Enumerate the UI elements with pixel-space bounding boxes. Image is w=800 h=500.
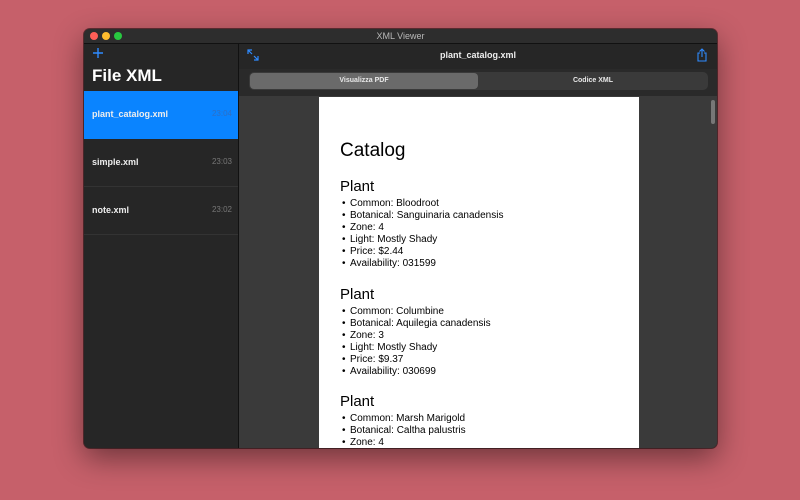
file-time: 23:04 [211,109,232,118]
xml-viewer-window: XML Viewer File XML plant_catalog.xml 23… [84,29,717,448]
plant-fields: Common: Bloodroot Botanical: Sanguinaria… [340,198,503,270]
sidebar: File XML plant_catalog.xml 23:04 simple.… [84,44,239,448]
plant-field: Availability: 031599 [340,258,503,270]
vertical-scrollbar[interactable] [711,100,715,124]
plant-fields: Common: Columbine Botanical: Aquilegia c… [340,306,491,378]
file-item-plant-catalog[interactable]: plant_catalog.xml 23:04 [84,91,238,139]
plant-field: Botanical: Caltha palustris [340,425,466,437]
file-name: plant_catalog.xml [92,109,169,119]
main-panel: plant_catalog.xml Visualizza PDF Codice … [239,44,717,448]
plant-entry: Plant Common: Marsh Marigold Botanical: … [340,393,466,449]
toolbar: plant_catalog.xml [239,44,717,69]
tab-xml-code[interactable]: Codice XML [479,73,707,89]
sidebar-title: File XML [92,66,162,85]
file-list: plant_catalog.xml 23:04 simple.xml 23:03… [84,91,238,235]
plant-heading: Plant [340,178,375,195]
plant-field: Availability: 030699 [340,366,491,378]
pdf-preview-area[interactable]: Catalog Plant Common: Bloodroot Botanica… [239,96,717,448]
plant-field: Common: Marsh Marigold [340,413,466,425]
document-title: plant_catalog.xml [439,50,517,60]
plant-field: Common: Columbine [340,306,491,318]
tab-pdf-view[interactable]: Visualizza PDF [250,73,478,89]
plant-entry: Plant Common: Bloodroot Botanical: Sangu… [340,178,503,271]
plant-field: Common: Bloodroot [340,198,503,210]
file-time: 23:03 [211,157,232,166]
view-mode-segmented-control: Visualizza PDF Codice XML [249,72,708,90]
file-time: 23:02 [211,205,232,214]
title-bar[interactable]: XML Viewer [84,29,717,44]
plus-icon [93,48,103,58]
window-title: XML Viewer [376,31,425,41]
plant-field: Price: $9.37 [340,354,491,366]
plant-fields: Common: Marsh Marigold Botanical: Caltha… [340,413,466,448]
plant-heading: Plant [340,393,375,410]
plant-field: Zone: 3 [340,330,491,342]
pdf-page: Catalog Plant Common: Bloodroot Botanica… [319,97,639,448]
catalog-heading: Catalog [340,140,406,161]
plant-field: Light: Mostly Shady [340,342,491,354]
file-item-simple[interactable]: simple.xml 23:03 [84,139,238,187]
file-name: simple.xml [92,157,139,167]
plant-field: Price: $2.44 [340,246,503,258]
plant-field: Botanical: Sanguinaria canadensis [340,210,503,222]
plant-field: Zone: 4 [340,437,466,448]
file-name: note.xml [92,205,130,215]
share-icon [697,48,707,62]
plant-field: Botanical: Aquilegia canadensis [340,318,491,330]
plant-field: Zone: 4 [340,222,503,234]
file-item-note[interactable]: note.xml 23:02 [84,187,238,235]
plant-entry: Plant Common: Columbine Botanical: Aquil… [340,286,491,379]
add-file-button[interactable] [91,47,105,61]
plant-heading: Plant [340,286,375,303]
plant-field: Light: Mostly Shady [340,234,503,246]
